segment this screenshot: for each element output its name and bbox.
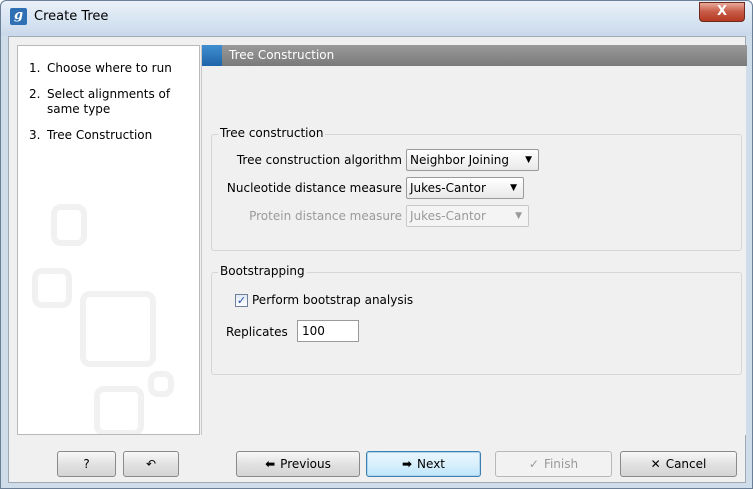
dialog-body: 1. Choose where to run 2. Select alignment… xyxy=(8,36,747,483)
perform-bootstrap-checkbox[interactable]: ✓ xyxy=(235,294,248,307)
cancel-label: Cancel xyxy=(665,457,707,471)
decorative-square-icon xyxy=(148,371,174,397)
cancel-button[interactable]: ✕ Cancel xyxy=(620,451,737,477)
step-select-alignments: 2. Select alignments of same type xyxy=(29,87,192,117)
protein-distance-select[interactable]: Jukes-Cantor ▼ xyxy=(406,205,529,227)
decorative-square-icon xyxy=(94,386,144,434)
close-button[interactable]: X xyxy=(699,2,745,22)
section-marker xyxy=(202,45,222,66)
title-bar[interactable]: g Create Tree X xyxy=(1,1,752,36)
arrow-left-icon: ⬅ xyxy=(265,457,276,471)
nucleotide-label: Nucleotide distance measure xyxy=(226,181,402,195)
finish-label: Finish xyxy=(543,457,579,471)
chevron-down-icon: ▼ xyxy=(510,183,517,193)
protein-label: Protein distance measure xyxy=(249,209,402,223)
replicates-input[interactable]: 100 xyxy=(297,320,359,342)
decorative-square-icon xyxy=(80,291,156,367)
checkmark-icon: ✓ xyxy=(528,457,539,471)
reset-button[interactable]: ↶ xyxy=(123,451,179,477)
perform-bootstrap-label[interactable]: Perform bootstrap analysis xyxy=(252,293,413,307)
steps-panel: 1. Choose where to run 2. Select alignment… xyxy=(17,45,200,435)
help-button[interactable]: ? xyxy=(57,451,116,477)
algorithm-value: Neighbor Joining xyxy=(410,153,509,167)
nucleotide-value: Jukes-Cantor xyxy=(410,181,486,195)
bootstrapping-group-title: Bootstrapping xyxy=(218,264,307,278)
decorative-square-icon xyxy=(51,204,87,246)
section-title: Tree Construction xyxy=(229,48,335,62)
arrow-right-icon: ➡ xyxy=(401,457,413,471)
step-number: 1. xyxy=(29,61,41,75)
step-number: 3. xyxy=(29,128,41,142)
create-tree-window: g Create Tree X 1. Choose where to run 2.… xyxy=(0,0,753,489)
next-label: Next xyxy=(417,457,446,471)
previous-label: Previous xyxy=(280,457,331,471)
window-title: Create Tree xyxy=(34,9,109,24)
bootstrapping-group xyxy=(211,272,742,375)
chevron-down-icon: ▼ xyxy=(515,211,522,221)
step-label: Select alignments of same type xyxy=(47,87,171,116)
step-tree-construction: 3. Tree Construction xyxy=(29,128,192,143)
tree-construction-group-title: Tree construction xyxy=(218,126,326,140)
step-label: Choose where to run xyxy=(47,61,172,75)
next-button[interactable]: ➡ Next xyxy=(366,451,481,477)
chevron-down-icon: ▼ xyxy=(525,155,532,165)
cancel-x-icon: ✕ xyxy=(650,457,661,471)
decorative-square-icon xyxy=(32,268,72,308)
replicates-label: Replicates xyxy=(226,325,288,339)
wizard-content: Tree Construction Tree construction Tree… xyxy=(201,45,747,435)
algorithm-label: Tree construction algorithm xyxy=(236,153,402,167)
previous-button[interactable]: ⬅ Previous xyxy=(236,451,360,477)
step-label: Tree Construction xyxy=(47,128,153,142)
finish-button[interactable]: ✓ Finish xyxy=(495,451,612,477)
app-logo-icon: g xyxy=(10,8,27,25)
nucleotide-distance-select[interactable]: Jukes-Cantor ▼ xyxy=(406,177,524,199)
step-number: 2. xyxy=(29,87,41,101)
section-header: Tree Construction xyxy=(202,45,747,66)
protein-value: Jukes-Cantor xyxy=(410,209,486,223)
step-choose-where-to-run: 1. Choose where to run xyxy=(29,61,192,76)
algorithm-select[interactable]: Neighbor Joining ▼ xyxy=(406,149,539,171)
